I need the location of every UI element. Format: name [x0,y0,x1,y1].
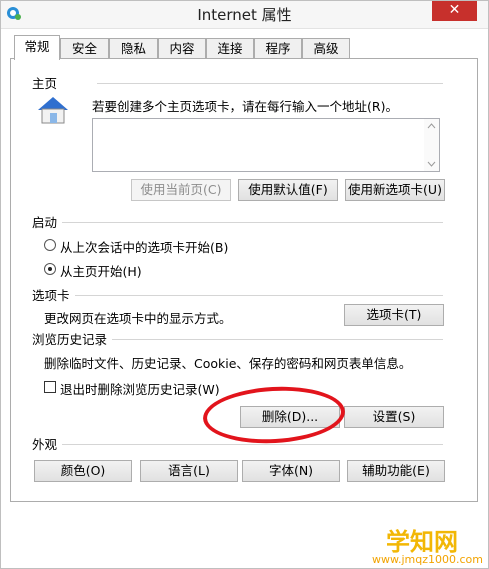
languages-button[interactable]: 语言(L) [140,460,238,482]
startup-divider [62,222,443,223]
history-divider [112,339,443,340]
tab-security[interactable]: 安全 [60,38,109,58]
watermark-url: www.jmqz1000.com [372,553,483,566]
use-default-button[interactable]: 使用默认值(F) [238,179,338,201]
radio-home[interactable] [44,263,56,275]
delete-on-exit-checkbox[interactable] [44,381,56,393]
radio-last-session[interactable] [44,239,56,251]
homepage-textarea[interactable] [92,118,440,172]
history-heading: 浏览历史记录 [32,332,108,347]
appearance-divider [62,444,443,445]
house-icon [38,97,68,124]
delete-on-exit-label: 退出时删除浏览历史记录(W) [60,382,220,397]
use-new-tab-button[interactable]: 使用新选项卡(U) [345,179,445,201]
fonts-button[interactable]: 字体(N) [242,460,340,482]
tab-connections[interactable]: 连接 [206,38,254,58]
history-settings-button[interactable]: 设置(S) [344,406,444,428]
textarea-scrollbar[interactable] [424,119,439,171]
tab-privacy[interactable]: 隐私 [109,38,158,58]
radio-home-label: 从主页开始(H) [60,264,142,279]
history-description: 删除临时文件、历史记录、Cookie、保存的密码和网页表单信息。 [44,356,412,371]
tab-content[interactable]: 内容 [158,38,206,58]
radio-last-session-label: 从上次会话中的选项卡开始(B) [60,240,229,255]
window-title: Internet 属性 [197,6,292,24]
close-button[interactable]: ✕ [432,0,477,21]
tabs-heading: 选项卡 [32,288,70,303]
use-current-page-button[interactable]: 使用当前页(C) [131,179,231,201]
homepage-divider [97,83,443,84]
watermark-logo-text: 学知网 [386,528,458,556]
tab-programs[interactable]: 程序 [254,38,302,58]
tabs-description: 更改网页在选项卡中的显示方式。 [44,311,232,326]
tabs-divider [75,295,443,296]
accessibility-button[interactable]: 辅助功能(E) [347,460,445,482]
tabs-settings-button[interactable]: 选项卡(T) [344,304,444,326]
startup-heading: 启动 [32,215,58,230]
appearance-heading: 外观 [32,437,58,452]
tab-general[interactable]: 常规 [14,35,60,60]
homepage-instruction: 若要创建多个主页选项卡，请在每行输入一个地址(R)。 [92,99,398,114]
colors-button[interactable]: 颜色(O) [34,460,132,482]
tab-advanced[interactable]: 高级 [302,38,350,58]
radio-selected-dot [48,267,52,271]
homepage-heading: 主页 [32,76,58,91]
